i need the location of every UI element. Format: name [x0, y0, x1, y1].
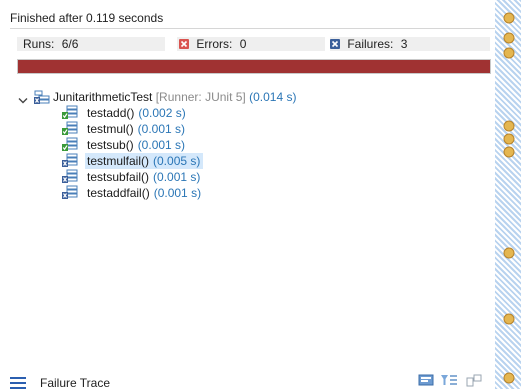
test-case-label: testsubfail() (0.001 s): [87, 169, 200, 185]
warning-marker-icon[interactable]: [503, 146, 515, 161]
warning-marker-icon[interactable]: [503, 247, 515, 262]
test-name: testmul(): [87, 122, 134, 136]
test-case-label: testmul() (0.001 s): [87, 121, 185, 137]
test-name: testmulfail(): [87, 154, 150, 168]
chevron-down-icon[interactable]: [18, 93, 28, 109]
failure-trace-icon: [10, 377, 26, 392]
separator: [10, 28, 495, 29]
warning-marker-icon[interactable]: [503, 372, 515, 387]
progress-bar: [17, 59, 491, 74]
test-time: (0.005 s): [153, 154, 201, 168]
test-case-label: testaddfail() (0.001 s): [87, 185, 201, 201]
suite-runner: [Runner: JUnit 5]: [155, 90, 246, 104]
failure-trace-label: Failure Trace: [40, 376, 111, 390]
test-time: (0.001 s): [153, 170, 201, 184]
filter-stack-trace-button[interactable]: [418, 374, 434, 391]
warning-marker-icon[interactable]: [503, 32, 515, 47]
junit-view: Finished after 0.119 seconds Runs: 6/6 E…: [0, 0, 495, 392]
errors-label: Errors:: [196, 37, 233, 51]
error-icon: [179, 38, 189, 52]
warning-marker-icon[interactable]: [503, 47, 515, 62]
overview-ruler[interactable]: [495, 0, 521, 389]
failures-counter: Failures: 3: [330, 37, 407, 51]
copy-trace-button[interactable]: [466, 374, 482, 391]
warning-marker-icon[interactable]: [503, 12, 515, 27]
test-time: (0.001 s): [153, 186, 202, 200]
failure-trace-bar: Failure Trace: [10, 374, 495, 392]
test-name: testsub(): [87, 138, 134, 152]
test-case-label: testadd() (0.002 s): [87, 105, 186, 121]
suite-label: JunitarithmeticTest [Runner: JUnit 5] (0…: [53, 89, 296, 105]
runs-value: 6/6: [61, 37, 79, 51]
failure-icon: [330, 38, 340, 52]
test-time: (0.001 s): [137, 122, 186, 136]
status-message: Finished after 0.119 seconds: [10, 11, 164, 25]
errors-counter: Errors: 0: [179, 37, 246, 51]
counter-panel: Runs: 6/6 Errors: 0 Failures: 3: [17, 37, 495, 51]
test-time: (0.001 s): [137, 138, 186, 152]
test-failed-icon: [62, 185, 78, 203]
suite-time: (0.014 s): [249, 90, 297, 104]
test-time: (0.002 s): [138, 106, 186, 120]
failures-label: Failures:: [347, 37, 394, 51]
suite-name: JunitarithmeticTest: [53, 90, 153, 104]
test-case-label: testmulfail() (0.005 s): [85, 153, 204, 169]
test-name: testaddfail(): [87, 186, 150, 200]
failures-value: 3: [400, 37, 408, 51]
compare-result-button[interactable]: [440, 374, 458, 391]
runs-label: Runs:: [23, 37, 55, 51]
test-name: testsubfail(): [87, 170, 150, 184]
errors-value: 0: [239, 37, 247, 51]
runs-counter: Runs: 6/6: [23, 37, 78, 51]
test-name: testadd(): [87, 106, 135, 120]
warning-marker-icon[interactable]: [503, 313, 515, 328]
test-case-label: testsub() (0.001 s): [87, 137, 185, 153]
test-suite-failed-icon: [34, 90, 50, 108]
